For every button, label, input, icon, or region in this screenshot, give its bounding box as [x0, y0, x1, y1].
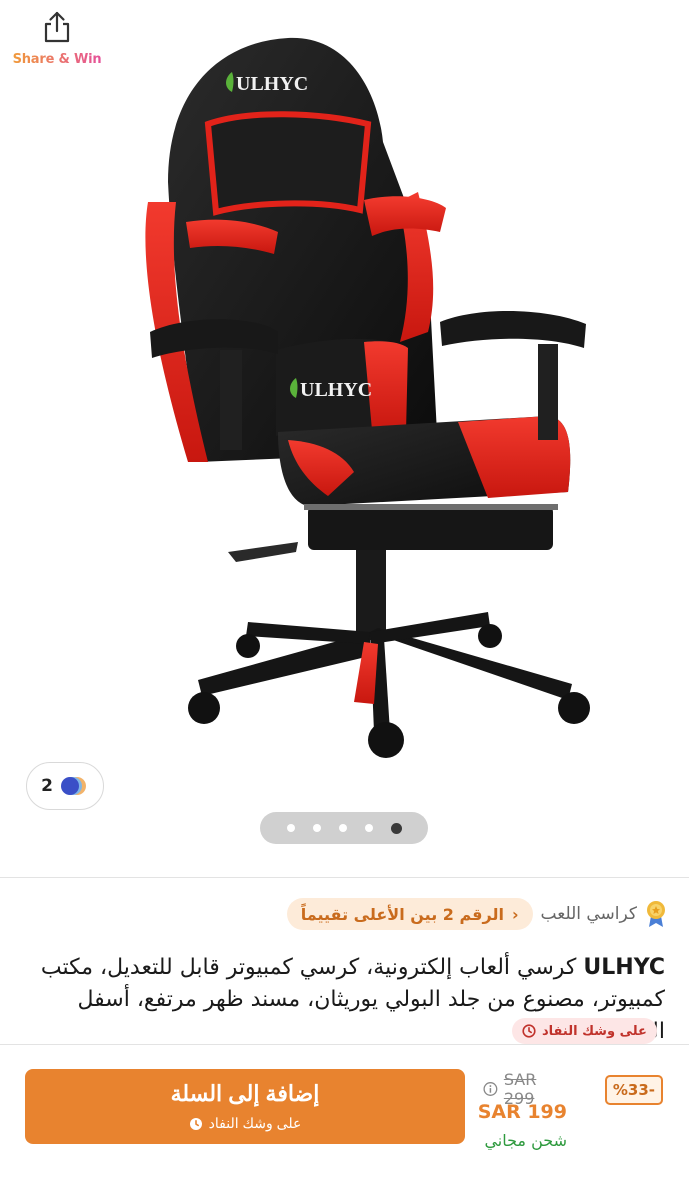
- clock-icon: [189, 1117, 202, 1130]
- share-label: Share & Win: [12, 52, 102, 67]
- product-brand: ULHYC: [583, 955, 665, 980]
- info-icon[interactable]: [483, 1081, 498, 1097]
- category-link[interactable]: كراسي اللعب: [541, 904, 637, 924]
- current-price: SAR 199: [477, 1101, 567, 1123]
- low-stock-badge: على وشك النفاد: [512, 1018, 657, 1044]
- category-row: كراسي اللعب الرقم 2 بين الأعلى تقييماً ‹: [286, 896, 667, 932]
- discount-badge: %33-: [604, 1075, 663, 1105]
- medal-icon: [647, 901, 665, 927]
- cart-stock-note: على وشك النفاد: [189, 1115, 302, 1132]
- rank-badge-label: الرقم 2 بين الأعلى تقييماً: [300, 904, 504, 924]
- carousel-dot[interactable]: [312, 824, 321, 832]
- image-carousel-indicator[interactable]: [260, 812, 428, 844]
- price-block: %33- SAR 299 SAR 199 شحن مجاني: [478, 1070, 663, 1181]
- carousel-dot[interactable]: [338, 824, 347, 832]
- product-info-section: كراسي اللعب الرقم 2 بين الأعلى تقييماً ‹…: [0, 878, 689, 1044]
- clock-icon: [522, 1024, 536, 1038]
- color-swatches-icon: [60, 777, 86, 795]
- product-image-gaming-chair: ULHYC ULHYC: [145, 37, 590, 758]
- add-to-cart-label: إضافة إلى السلة: [170, 1081, 320, 1106]
- share-icon: [44, 11, 70, 43]
- product-image-gallery[interactable]: Share & Win ULHYC ULHYC 2: [0, 0, 689, 872]
- carousel-dot[interactable]: [364, 824, 373, 832]
- carousel-dot-active[interactable]: [390, 822, 402, 834]
- variant-count: 2: [41, 776, 53, 796]
- top-rated-rank-badge[interactable]: الرقم 2 بين الأعلى تقييماً ‹: [286, 898, 533, 930]
- add-to-cart-button[interactable]: إضافة إلى السلة على وشك النفاد: [25, 1069, 465, 1144]
- low-stock-text: على وشك النفاد: [542, 1023, 647, 1039]
- share-and-win-button[interactable]: Share & Win: [10, 6, 104, 74]
- carousel-dot[interactable]: [286, 824, 295, 832]
- chair-logo-lumbar: ULHYC: [300, 379, 372, 401]
- purchase-bar: إضافة إلى السلة على وشك النفاد %33- SAR …: [0, 1044, 689, 1201]
- chair-logo-top: ULHYC: [236, 73, 308, 95]
- color-variants-button[interactable]: 2: [26, 762, 104, 810]
- old-price-row: SAR 299: [483, 1070, 567, 1108]
- chevron-left-icon: ‹: [511, 904, 519, 924]
- cart-stock-text: على وشك النفاد: [208, 1115, 302, 1131]
- free-shipping-label: شحن مجاني: [484, 1131, 567, 1150]
